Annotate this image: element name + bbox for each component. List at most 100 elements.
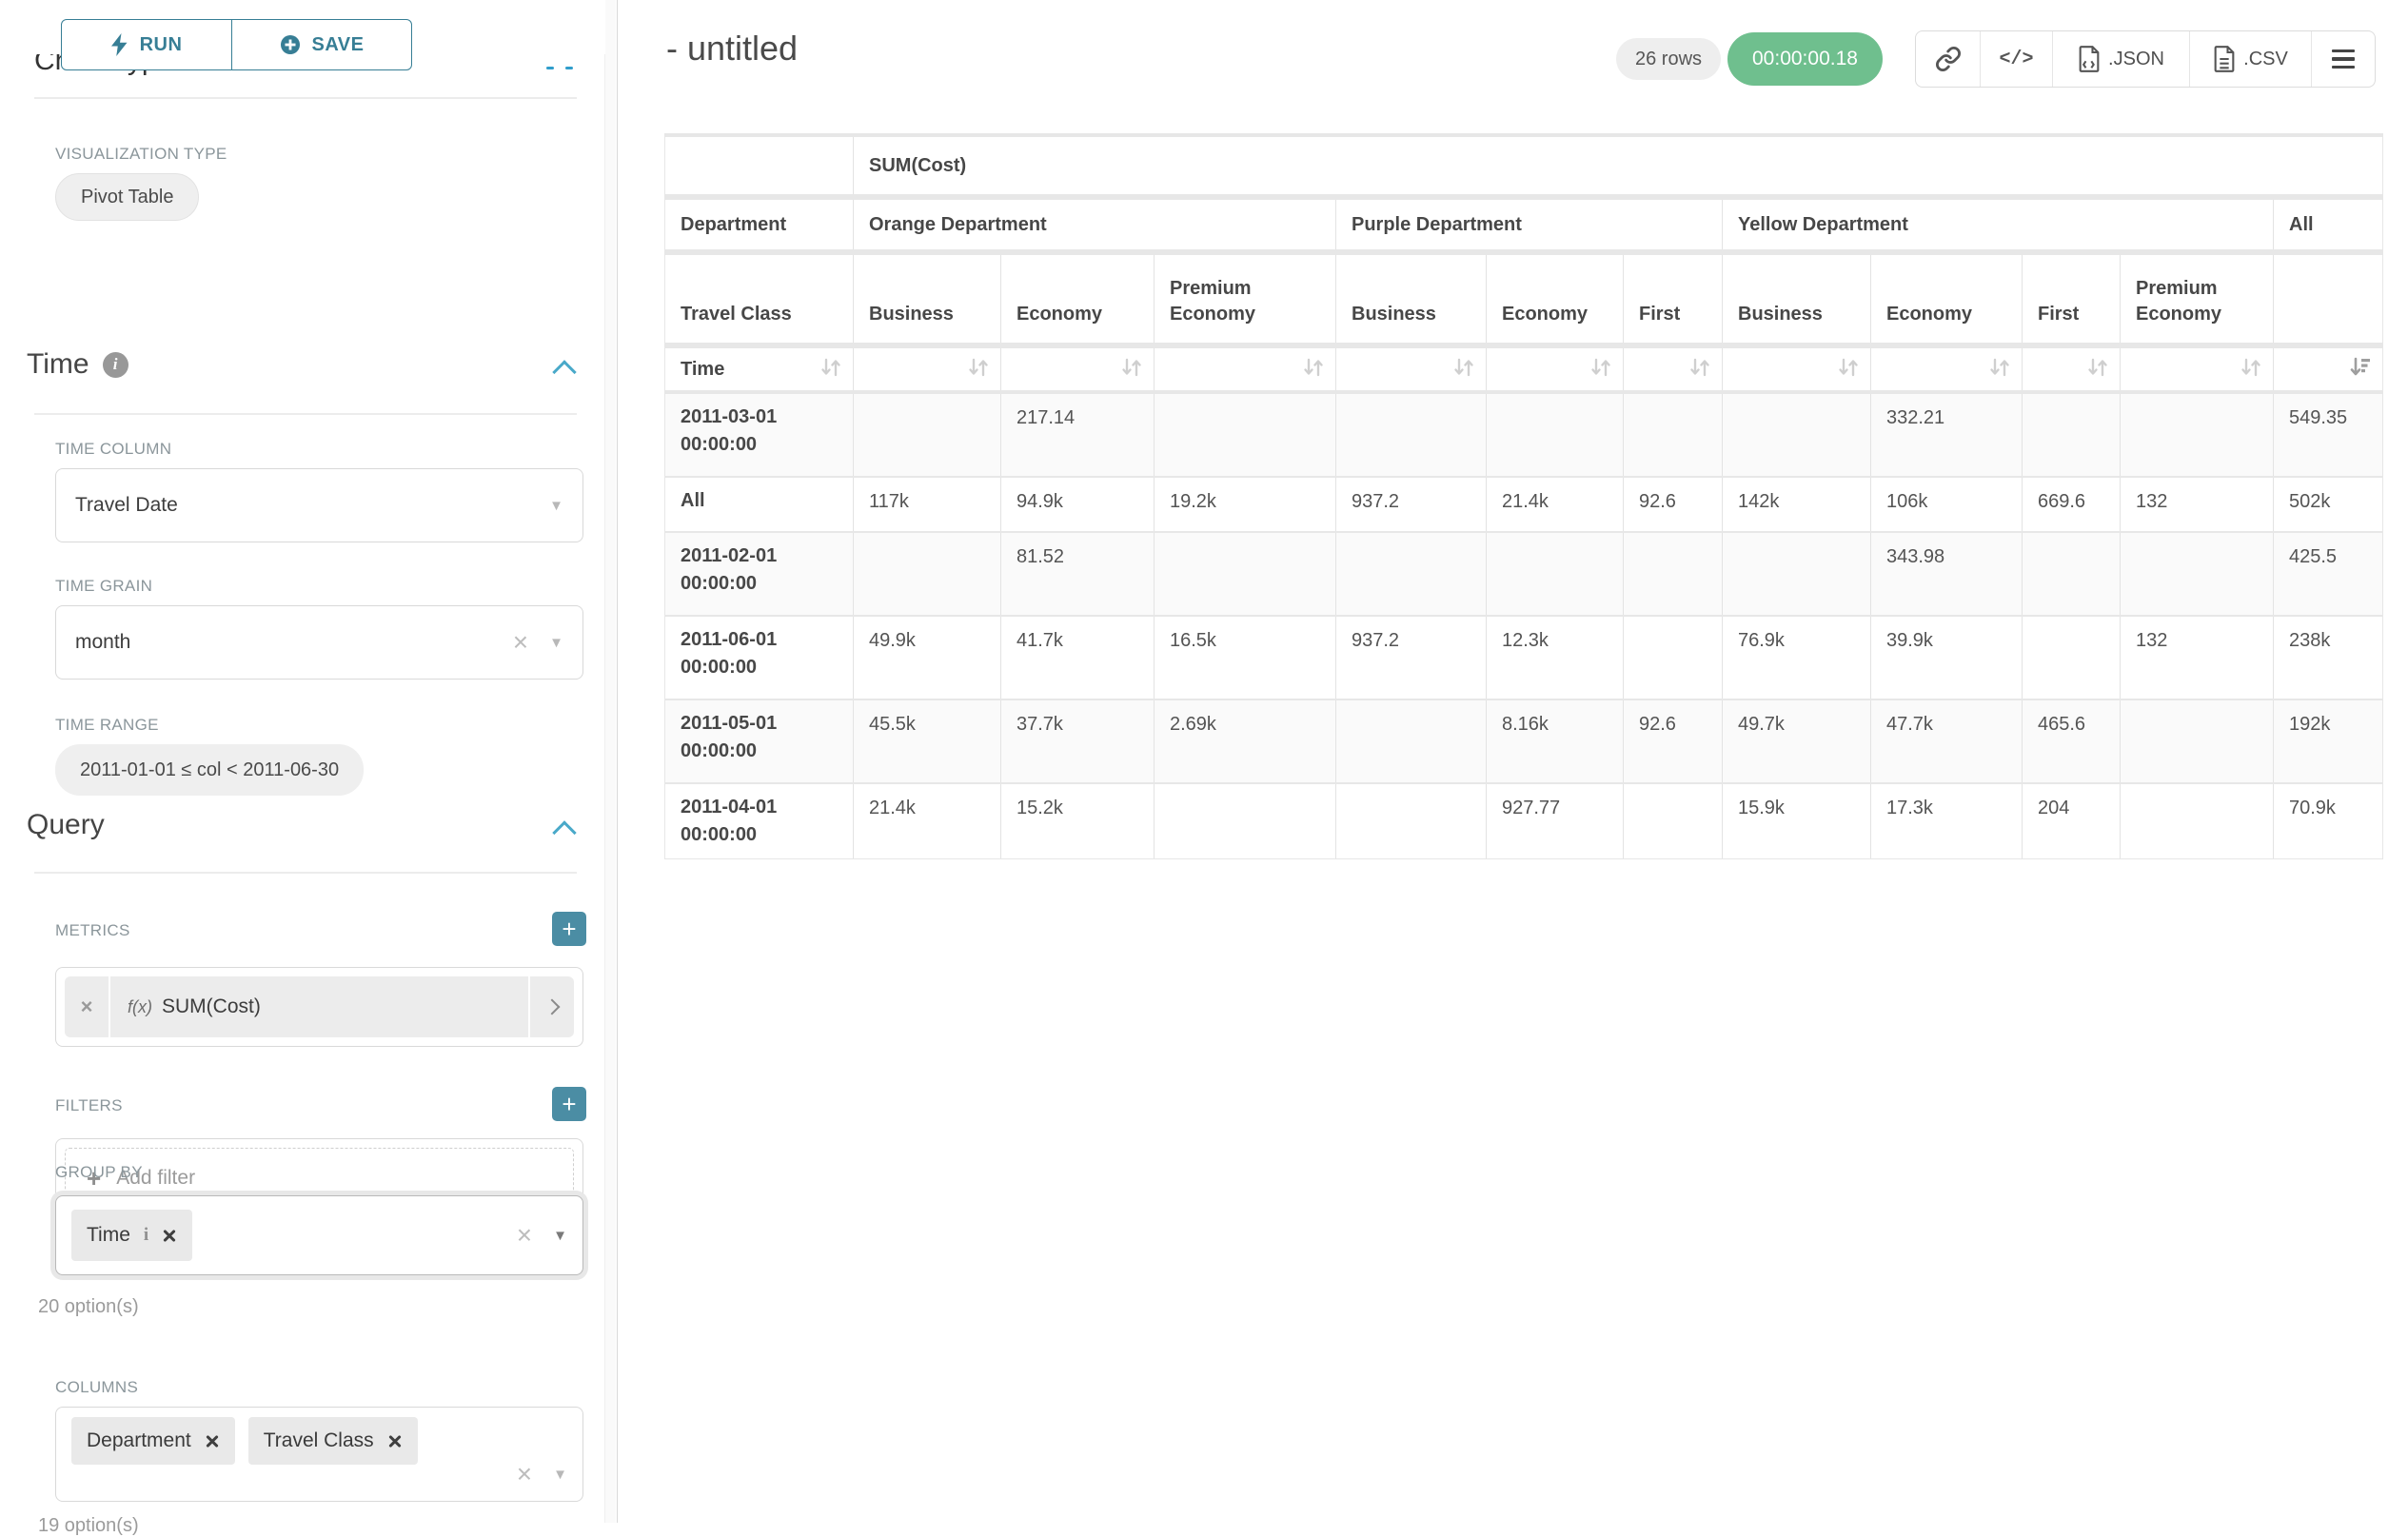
pivot-cell: 49.9k [854, 617, 1001, 699]
pivot-sort-cell [1624, 348, 1723, 390]
remove-tag-icon[interactable] [205, 1433, 220, 1448]
pivot-cell: 15.9k [1723, 784, 1871, 858]
sort-icon[interactable] [819, 355, 843, 384]
remove-tag-icon[interactable] [162, 1228, 177, 1243]
pivot-cell: 332.21 [1871, 394, 2023, 476]
sort-icon[interactable] [1451, 355, 1476, 384]
pivot-cell: 41.7k [1001, 617, 1155, 699]
pivot-sub-col-header: First [2023, 255, 2121, 343]
menu-button[interactable] [2312, 31, 2375, 87]
pivot-sort-cell [1336, 348, 1487, 390]
pivot-cell [1155, 784, 1336, 858]
time-grain-select[interactable]: month × ▼ [55, 605, 583, 680]
columns-options-hint: 19 option(s) [38, 1515, 139, 1537]
remove-tag-icon[interactable] [387, 1433, 403, 1448]
pivot-cell: 238k [2274, 617, 2382, 699]
pivot-cell [1487, 533, 1624, 615]
pivot-sub-col-header [2274, 255, 2382, 343]
pivot-sub-col-header: Premium Economy [1155, 255, 1336, 343]
info-icon[interactable]: i [103, 352, 128, 378]
chart-title[interactable]: - untitled [666, 29, 798, 69]
sort-icon[interactable] [1119, 355, 1144, 384]
pivot-table: SUM(Cost)DepartmentOrange DepartmentPurp… [664, 133, 2383, 859]
chevron-down-icon[interactable]: ▼ [553, 1228, 567, 1244]
sort-icon[interactable] [2085, 355, 2110, 384]
pivot-cell [2023, 617, 2121, 699]
sort-desc-icon[interactable] [2348, 355, 2373, 384]
sort-icon[interactable] [1301, 355, 1326, 384]
sort-icon[interactable] [2239, 355, 2263, 384]
hamburger-icon [2332, 49, 2355, 69]
chevron-down-icon[interactable]: ▼ [553, 1467, 567, 1483]
pivot-cell: 142k [1723, 478, 1871, 531]
lightning-icon [111, 33, 128, 56]
pivot-cell: 17.3k [1871, 784, 2023, 858]
table-row: 2011-05-01 00:00:0045.5k37.7k2.69k8.16k9… [665, 700, 2382, 782]
pivot-cell: 669.6 [2023, 478, 2121, 531]
chevron-down-icon[interactable]: ▼ [549, 498, 563, 514]
short-link-button[interactable] [1916, 31, 1981, 87]
sort-icon[interactable] [966, 355, 991, 384]
pivot-row-label: 2011-02-01 00:00:00 [665, 533, 854, 615]
add-metric-button[interactable]: + [552, 912, 586, 946]
query-section-title-text: Query [27, 809, 105, 841]
control-panel: Chart Type RUN SAVE VISUALIZATION TYPE P… [0, 0, 618, 1523]
pivot-cell: 465.6 [2023, 700, 2121, 782]
clear-icon[interactable]: × [513, 629, 528, 656]
pivot-row-label: 2011-04-01 00:00:00 [665, 784, 854, 858]
visualization-type-value: Pivot Table [81, 187, 173, 208]
pivot-cell: 12.3k [1487, 617, 1624, 699]
sort-icon[interactable] [1589, 355, 1613, 384]
pivot-col-group-header: Yellow Department [1723, 200, 2274, 249]
table-row: All117k94.9k19.2k937.221.4k92.6142k106k6… [665, 478, 2382, 531]
pivot-cell [1624, 394, 1723, 476]
pivot-cell: 425.5 [2274, 533, 2382, 615]
pivot-col-group-header: Orange Department [854, 200, 1336, 249]
visualization-type-pill[interactable]: Pivot Table [55, 173, 199, 221]
columns-tag-label: Travel Class [264, 1429, 374, 1452]
group-by-select[interactable]: Time i × ▼ [55, 1195, 583, 1275]
time-range-label: TIME RANGE [55, 716, 159, 735]
time-section-title: Time i [27, 348, 128, 381]
columns-select[interactable]: Department Travel Class × ▼ [55, 1407, 583, 1502]
save-button[interactable]: SAVE [231, 19, 412, 70]
pivot-cell [2023, 394, 2121, 476]
clear-icon[interactable]: × [517, 1222, 532, 1249]
pivot-cell [1723, 533, 1871, 615]
visualization-type-label: VISUALIZATION TYPE [55, 145, 227, 164]
sort-icon[interactable] [1987, 355, 2012, 384]
pivot-cell: 192k [2274, 700, 2382, 782]
columns-tag[interactable]: Travel Class [248, 1417, 418, 1465]
pivot-cell: 217.14 [1001, 394, 1155, 476]
remove-metric-icon[interactable]: × [65, 976, 109, 1037]
pivot-sort-cell-active [2274, 348, 2382, 390]
time-column-select[interactable]: Travel Date ▼ [55, 468, 583, 542]
collapse-time-section-icon[interactable] [552, 360, 576, 384]
export-json-label: .JSON [2108, 49, 2164, 70]
columns-tag[interactable]: Department [71, 1417, 235, 1465]
pivot-sub-col-header: Business [1723, 255, 1871, 343]
sort-icon[interactable] [1688, 355, 1712, 384]
group-by-tag[interactable]: Time i [71, 1210, 192, 1261]
sort-icon[interactable] [1836, 355, 1861, 384]
link-icon [1935, 46, 1962, 72]
clear-icon[interactable]: × [517, 1461, 532, 1488]
pivot-sub-col-header: Economy [1871, 255, 2023, 343]
metric-pill[interactable]: × f(x) SUM(Cost) [65, 976, 574, 1037]
add-filter-plus-button[interactable]: + [552, 1087, 586, 1121]
expand-metric-icon[interactable] [530, 976, 574, 1037]
pivot-cell [1336, 784, 1487, 858]
pivot-cell: 21.4k [1487, 478, 1624, 531]
export-csv-button[interactable]: .CSV [2190, 31, 2312, 87]
pivot-col-group-header: All [2274, 200, 2382, 249]
chevron-down-icon[interactable]: ▼ [549, 635, 563, 651]
time-range-pill[interactable]: 2011-01-01 ≤ col < 2011-06-30 [55, 744, 364, 796]
collapse-query-section-icon[interactable] [552, 820, 576, 844]
view-query-button[interactable]: </> [1981, 31, 2053, 87]
sidebar-scrollbar[interactable] [604, 0, 616, 1523]
columns-label: COLUMNS [55, 1378, 138, 1397]
info-icon[interactable]: i [144, 1225, 148, 1246]
export-json-button[interactable]: .JSON [2053, 31, 2190, 87]
run-button[interactable]: RUN [61, 19, 232, 70]
time-section-title-text: Time [27, 348, 89, 381]
